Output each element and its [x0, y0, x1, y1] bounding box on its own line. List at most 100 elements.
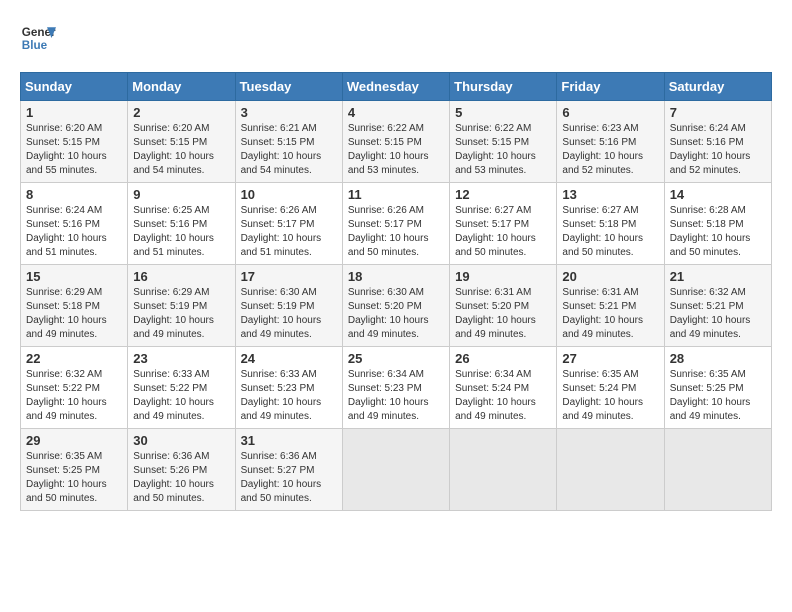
day-info: Sunrise: 6:35 AMSunset: 5:24 PMDaylight:…	[562, 369, 643, 422]
calendar-cell: 24 Sunrise: 6:33 AMSunset: 5:23 PMDaylig…	[235, 347, 342, 429]
day-number: 15	[26, 269, 122, 284]
day-number: 11	[348, 187, 444, 202]
calendar-cell	[450, 429, 557, 511]
weekday-header: Wednesday	[342, 73, 449, 101]
day-number: 5	[455, 105, 551, 120]
day-info: Sunrise: 6:26 AMSunset: 5:17 PMDaylight:…	[348, 205, 429, 258]
svg-text:Blue: Blue	[22, 39, 48, 52]
calendar-week-row: 1 Sunrise: 6:20 AMSunset: 5:15 PMDayligh…	[21, 101, 772, 183]
day-info: Sunrise: 6:23 AMSunset: 5:16 PMDaylight:…	[562, 123, 643, 176]
calendar-cell: 17 Sunrise: 6:30 AMSunset: 5:19 PMDaylig…	[235, 265, 342, 347]
calendar-week-row: 29 Sunrise: 6:35 AMSunset: 5:25 PMDaylig…	[21, 429, 772, 511]
day-info: Sunrise: 6:24 AMSunset: 5:16 PMDaylight:…	[670, 123, 751, 176]
day-number: 19	[455, 269, 551, 284]
day-info: Sunrise: 6:35 AMSunset: 5:25 PMDaylight:…	[670, 369, 751, 422]
day-number: 10	[241, 187, 337, 202]
day-number: 27	[562, 351, 658, 366]
calendar-cell: 2 Sunrise: 6:20 AMSunset: 5:15 PMDayligh…	[128, 101, 235, 183]
calendar-cell: 14 Sunrise: 6:28 AMSunset: 5:18 PMDaylig…	[664, 183, 771, 265]
weekday-header: Sunday	[21, 73, 128, 101]
calendar-table: SundayMondayTuesdayWednesdayThursdayFrid…	[20, 72, 772, 511]
calendar-cell: 25 Sunrise: 6:34 AMSunset: 5:23 PMDaylig…	[342, 347, 449, 429]
day-info: Sunrise: 6:25 AMSunset: 5:16 PMDaylight:…	[133, 205, 214, 258]
day-number: 31	[241, 433, 337, 448]
calendar-cell: 16 Sunrise: 6:29 AMSunset: 5:19 PMDaylig…	[128, 265, 235, 347]
day-info: Sunrise: 6:21 AMSunset: 5:15 PMDaylight:…	[241, 123, 322, 176]
day-number: 20	[562, 269, 658, 284]
calendar-cell: 20 Sunrise: 6:31 AMSunset: 5:21 PMDaylig…	[557, 265, 664, 347]
calendar-cell: 22 Sunrise: 6:32 AMSunset: 5:22 PMDaylig…	[21, 347, 128, 429]
day-info: Sunrise: 6:30 AMSunset: 5:20 PMDaylight:…	[348, 287, 429, 340]
day-number: 1	[26, 105, 122, 120]
weekday-header: Tuesday	[235, 73, 342, 101]
day-number: 16	[133, 269, 229, 284]
day-info: Sunrise: 6:33 AMSunset: 5:23 PMDaylight:…	[241, 369, 322, 422]
logo-icon: General Blue	[20, 20, 56, 56]
calendar-cell: 6 Sunrise: 6:23 AMSunset: 5:16 PMDayligh…	[557, 101, 664, 183]
calendar-cell: 27 Sunrise: 6:35 AMSunset: 5:24 PMDaylig…	[557, 347, 664, 429]
day-info: Sunrise: 6:32 AMSunset: 5:21 PMDaylight:…	[670, 287, 751, 340]
day-number: 13	[562, 187, 658, 202]
calendar-cell: 1 Sunrise: 6:20 AMSunset: 5:15 PMDayligh…	[21, 101, 128, 183]
calendar-week-row: 8 Sunrise: 6:24 AMSunset: 5:16 PMDayligh…	[21, 183, 772, 265]
day-info: Sunrise: 6:26 AMSunset: 5:17 PMDaylight:…	[241, 205, 322, 258]
day-info: Sunrise: 6:28 AMSunset: 5:18 PMDaylight:…	[670, 205, 751, 258]
day-info: Sunrise: 6:22 AMSunset: 5:15 PMDaylight:…	[455, 123, 536, 176]
day-number: 6	[562, 105, 658, 120]
calendar-cell: 19 Sunrise: 6:31 AMSunset: 5:20 PMDaylig…	[450, 265, 557, 347]
day-number: 3	[241, 105, 337, 120]
day-number: 29	[26, 433, 122, 448]
calendar-week-row: 15 Sunrise: 6:29 AMSunset: 5:18 PMDaylig…	[21, 265, 772, 347]
weekday-header: Saturday	[664, 73, 771, 101]
day-info: Sunrise: 6:31 AMSunset: 5:20 PMDaylight:…	[455, 287, 536, 340]
logo: General Blue	[20, 20, 56, 56]
day-number: 7	[670, 105, 766, 120]
day-info: Sunrise: 6:29 AMSunset: 5:18 PMDaylight:…	[26, 287, 107, 340]
day-number: 2	[133, 105, 229, 120]
calendar-cell: 9 Sunrise: 6:25 AMSunset: 5:16 PMDayligh…	[128, 183, 235, 265]
day-info: Sunrise: 6:27 AMSunset: 5:18 PMDaylight:…	[562, 205, 643, 258]
day-number: 28	[670, 351, 766, 366]
calendar-cell: 12 Sunrise: 6:27 AMSunset: 5:17 PMDaylig…	[450, 183, 557, 265]
day-number: 4	[348, 105, 444, 120]
calendar-cell: 21 Sunrise: 6:32 AMSunset: 5:21 PMDaylig…	[664, 265, 771, 347]
day-info: Sunrise: 6:33 AMSunset: 5:22 PMDaylight:…	[133, 369, 214, 422]
weekday-header: Monday	[128, 73, 235, 101]
day-number: 22	[26, 351, 122, 366]
day-info: Sunrise: 6:29 AMSunset: 5:19 PMDaylight:…	[133, 287, 214, 340]
day-info: Sunrise: 6:35 AMSunset: 5:25 PMDaylight:…	[26, 451, 107, 504]
calendar-cell: 4 Sunrise: 6:22 AMSunset: 5:15 PMDayligh…	[342, 101, 449, 183]
day-info: Sunrise: 6:36 AMSunset: 5:27 PMDaylight:…	[241, 451, 322, 504]
calendar-cell: 15 Sunrise: 6:29 AMSunset: 5:18 PMDaylig…	[21, 265, 128, 347]
day-info: Sunrise: 6:22 AMSunset: 5:15 PMDaylight:…	[348, 123, 429, 176]
day-number: 8	[26, 187, 122, 202]
calendar-cell	[557, 429, 664, 511]
calendar-cell: 31 Sunrise: 6:36 AMSunset: 5:27 PMDaylig…	[235, 429, 342, 511]
day-number: 30	[133, 433, 229, 448]
day-info: Sunrise: 6:31 AMSunset: 5:21 PMDaylight:…	[562, 287, 643, 340]
calendar-cell: 30 Sunrise: 6:36 AMSunset: 5:26 PMDaylig…	[128, 429, 235, 511]
weekday-header: Thursday	[450, 73, 557, 101]
day-number: 25	[348, 351, 444, 366]
day-number: 23	[133, 351, 229, 366]
day-info: Sunrise: 6:32 AMSunset: 5:22 PMDaylight:…	[26, 369, 107, 422]
calendar-cell	[664, 429, 771, 511]
day-info: Sunrise: 6:36 AMSunset: 5:26 PMDaylight:…	[133, 451, 214, 504]
page-header: General Blue	[20, 20, 772, 56]
day-number: 9	[133, 187, 229, 202]
day-info: Sunrise: 6:34 AMSunset: 5:23 PMDaylight:…	[348, 369, 429, 422]
day-info: Sunrise: 6:30 AMSunset: 5:19 PMDaylight:…	[241, 287, 322, 340]
day-number: 17	[241, 269, 337, 284]
weekday-header-row: SundayMondayTuesdayWednesdayThursdayFrid…	[21, 73, 772, 101]
calendar-week-row: 22 Sunrise: 6:32 AMSunset: 5:22 PMDaylig…	[21, 347, 772, 429]
day-info: Sunrise: 6:24 AMSunset: 5:16 PMDaylight:…	[26, 205, 107, 258]
calendar-cell: 10 Sunrise: 6:26 AMSunset: 5:17 PMDaylig…	[235, 183, 342, 265]
calendar-cell: 13 Sunrise: 6:27 AMSunset: 5:18 PMDaylig…	[557, 183, 664, 265]
calendar-cell: 26 Sunrise: 6:34 AMSunset: 5:24 PMDaylig…	[450, 347, 557, 429]
day-number: 21	[670, 269, 766, 284]
calendar-cell: 11 Sunrise: 6:26 AMSunset: 5:17 PMDaylig…	[342, 183, 449, 265]
day-number: 26	[455, 351, 551, 366]
calendar-cell: 23 Sunrise: 6:33 AMSunset: 5:22 PMDaylig…	[128, 347, 235, 429]
calendar-cell: 7 Sunrise: 6:24 AMSunset: 5:16 PMDayligh…	[664, 101, 771, 183]
day-number: 14	[670, 187, 766, 202]
